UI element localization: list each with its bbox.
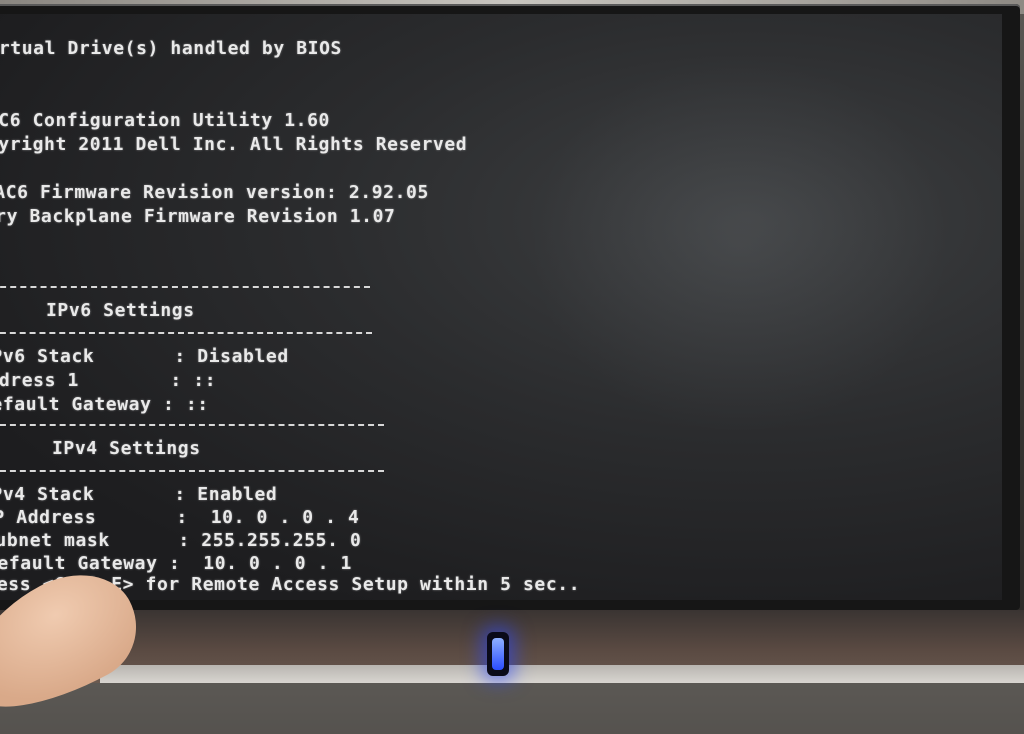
ipv4-gateway: Default Gateway : 10. 0 . 0 . 1 bbox=[0, 553, 352, 574]
ipv4-stack: IPv4 Stack : Enabled bbox=[0, 484, 278, 505]
ipv4-heading: IPv4 Settings bbox=[52, 438, 201, 459]
screen-glare bbox=[530, 54, 950, 434]
monitor-screen: Virtual Drive(s) handled by BIOS PERC6 C… bbox=[0, 14, 1002, 600]
bios-line-backplane: Primary Backplane Firmware Revision 1.07 bbox=[0, 206, 396, 227]
bios-line-virtual-drives: Virtual Drive(s) handled by BIOS bbox=[0, 38, 342, 59]
ipv4-ip-address: IP Address : 10. 0 . 0 . 4 bbox=[0, 507, 360, 528]
ipv6-stack: IPv6 Stack : Disabled bbox=[0, 346, 289, 367]
monitor-bezel: Virtual Drive(s) handled by BIOS PERC6 C… bbox=[0, 4, 1020, 610]
ipv6-gateway: Default Gateway : :: bbox=[0, 394, 209, 415]
bios-line-firmware: iDRAC6 Firmware Revision version: 2.92.0… bbox=[0, 182, 429, 203]
bios-line-config-utility: PERC6 Configuration Utility 1.60 bbox=[0, 110, 330, 131]
power-led-icon[interactable] bbox=[487, 632, 509, 676]
ipv4-subnet-mask: Subnet mask : 255.255.255. 0 bbox=[0, 530, 362, 551]
ipv6-heading: IPv6 Settings bbox=[46, 300, 195, 321]
separator bbox=[0, 332, 372, 334]
ipv6-address: Address 1 : :: bbox=[0, 370, 217, 391]
separator bbox=[0, 286, 370, 288]
separator bbox=[0, 424, 384, 426]
separator bbox=[0, 470, 384, 472]
shelf-edge bbox=[100, 665, 1024, 683]
bios-line-copyright: Copyright 2011 Dell Inc. All Rights Rese… bbox=[0, 134, 468, 155]
